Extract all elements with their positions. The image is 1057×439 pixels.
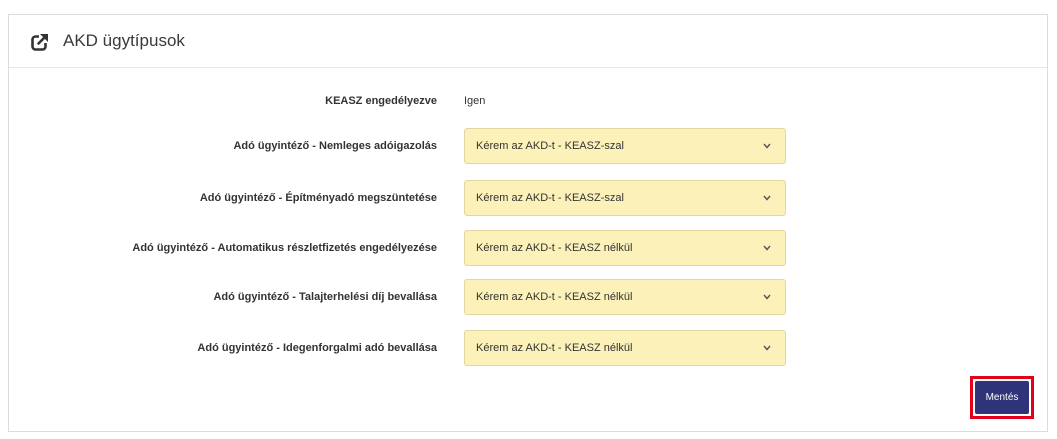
setting-select-epitmenyado[interactable]: Kérem az AKD-t - KEASZ-szal — [464, 180, 786, 216]
setting-row-idegenforgalmi: Adó ügyintéző - Idegenforgalmi adó beval… — [9, 330, 1049, 366]
setting-select-talajterhelesi[interactable]: Kérem az AKD-t - KEASZ nélkül — [464, 279, 786, 315]
setting-label: Adó ügyintéző - Építményadó megszüntetés… — [199, 192, 437, 204]
chevron-down-icon — [763, 345, 771, 351]
setting-row-reszletfizetes: Adó ügyintéző - Automatikus részletfizet… — [9, 230, 1049, 266]
select-value: Kérem az AKD-t - KEASZ-szal — [476, 192, 624, 204]
keasz-row: KEASZ engedélyezve Igen — [9, 83, 1049, 119]
select-value: Kérem az AKD-t - KEASZ nélkül — [476, 242, 633, 254]
chevron-down-icon — [763, 143, 771, 149]
setting-row-nemleges: Adó ügyintéző - Nemleges adóigazolás Kér… — [9, 128, 1049, 164]
setting-label: Adó ügyintéző - Idegenforgalmi adó beval… — [197, 342, 437, 354]
setting-row-talajterhelesi: Adó ügyintéző - Talajterhelési díj beval… — [9, 279, 1049, 315]
chevron-down-icon — [763, 294, 771, 300]
keasz-label: KEASZ engedélyezve — [325, 95, 437, 107]
select-value: Kérem az AKD-t - KEASZ-szal — [476, 140, 624, 152]
setting-select-nemleges[interactable]: Kérem az AKD-t - KEASZ-szal — [464, 128, 786, 164]
external-link-icon — [31, 33, 49, 51]
chevron-down-icon — [763, 195, 771, 201]
keasz-value: Igen — [464, 95, 486, 107]
akd-panel: AKD ügytípusok KEASZ engedélyezve Igen A… — [8, 14, 1048, 432]
setting-label: Adó ügyintéző - Automatikus részletfizet… — [132, 242, 437, 254]
save-button[interactable]: Mentés — [975, 381, 1029, 414]
panel-title: AKD ügytípusok — [63, 31, 185, 50]
chevron-down-icon — [763, 245, 771, 251]
panel-header: AKD ügytípusok — [9, 14, 1047, 68]
select-value: Kérem az AKD-t - KEASZ nélkül — [476, 291, 633, 303]
setting-select-idegenforgalmi[interactable]: Kérem az AKD-t - KEASZ nélkül — [464, 330, 786, 366]
setting-label: Adó ügyintéző - Talajterhelési díj beval… — [213, 291, 437, 303]
select-value: Kérem az AKD-t - KEASZ nélkül — [476, 342, 633, 354]
setting-row-epitmenyado: Adó ügyintéző - Építményadó megszüntetés… — [9, 180, 1049, 216]
setting-select-reszletfizetes[interactable]: Kérem az AKD-t - KEASZ nélkül — [464, 230, 786, 266]
setting-label: Adó ügyintéző - Nemleges adóigazolás — [233, 140, 437, 152]
